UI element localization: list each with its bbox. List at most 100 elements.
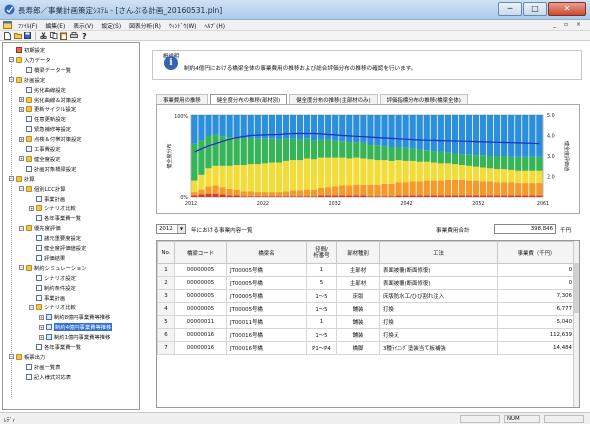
tree-item[interactable]: + 劣化曲線＆対策設定	[19, 96, 82, 104]
bar-segment	[472, 180, 480, 196]
tree-item[interactable]: 計画対象橋梁設定	[19, 165, 76, 173]
tree-item[interactable]: + シナリオ比較	[29, 204, 76, 212]
collapse-icon[interactable]: −	[9, 77, 14, 83]
table-row[interactable]: 5 00000011 JT00011号橋 1 舗装 打換 5,040	[157, 315, 576, 329]
cut-icon[interactable]	[39, 32, 48, 40]
col-header-method[interactable]: 工法	[379, 241, 498, 264]
bar-segment	[346, 142, 353, 159]
chevron-down-icon[interactable]: ▼	[177, 225, 185, 233]
tree-item[interactable]: 事業計画	[29, 294, 65, 302]
document-window-icon[interactable]	[3, 21, 12, 29]
tree-item[interactable]: − 優先度評価	[19, 224, 61, 232]
bar-segment	[318, 187, 325, 196]
tree-item[interactable]: − 個別LCC計算	[19, 185, 66, 193]
expand-icon[interactable]: +	[39, 314, 44, 320]
bar-segment	[395, 160, 402, 183]
table-scrollbar[interactable]	[573, 241, 579, 407]
tree-item[interactable]: 事業計画	[29, 195, 65, 203]
tree-item[interactable]: + 制約4億円事業費等推移	[39, 323, 113, 332]
table-row[interactable]: 4 00000005 JT00005号橋 1〜5 舗装 打換 6,777	[157, 302, 576, 316]
save-icon[interactable]	[23, 32, 32, 40]
collapse-icon[interactable]: −	[9, 57, 14, 63]
col-header-member-type[interactable]: 部材種別	[336, 241, 380, 264]
table-row[interactable]: 7 00000016 JT00016号橋 P1〜P4 橋脚 3種ﾗｲﾆﾝｸﾞ塗装当て板補強…	[157, 341, 576, 355]
collapse-icon[interactable]: −	[19, 225, 24, 231]
expand-icon[interactable]: +	[29, 205, 34, 211]
menu-view[interactable]: 表示(V)	[69, 21, 97, 30]
tree-item[interactable]: 劣化曲線設定	[19, 86, 66, 94]
expand-icon[interactable]: +	[39, 334, 44, 340]
year-select[interactable]: 2012 ▼	[156, 224, 186, 234]
bar-segment	[332, 186, 339, 196]
col-header-cost[interactable]: 事業費（千円）	[497, 241, 576, 264]
menu-edit[interactable]: 編集(E)	[41, 21, 69, 30]
menu-help[interactable]: ﾍﾙﾌﾟ(H)	[201, 21, 229, 30]
tree-item[interactable]: + 点検＆付帯対策設定	[19, 135, 82, 143]
tree-item[interactable]: 任意更新設定	[19, 115, 66, 123]
tree-item[interactable]: − 計画設定	[9, 76, 45, 84]
collapse-icon[interactable]: −	[19, 265, 24, 271]
tree-item[interactable]: 工事費設定	[19, 145, 61, 153]
tree-item[interactable]: 初期設定	[9, 46, 45, 54]
tree-item[interactable]: シナリオ設定	[29, 274, 76, 282]
bar-segment	[479, 181, 487, 196]
collapse-icon[interactable]: −	[9, 354, 14, 360]
tree-item[interactable]: 評価結果	[29, 254, 65, 262]
table-row[interactable]: 6 00000016 JT00016号橋 1〜5 舗装 打換え 112,639	[157, 328, 576, 342]
menu-window[interactable]: ｳｨﾝﾄﾞｳ(W)	[165, 21, 201, 30]
expand-icon[interactable]: +	[19, 156, 24, 162]
tree-item[interactable]: 健全度評価値設定	[29, 244, 86, 252]
print-icon[interactable]	[69, 32, 78, 40]
tree-item[interactable]: + 更新サイクル設定	[19, 105, 76, 113]
tree-item[interactable]: 記入様式対応表	[19, 373, 71, 381]
tree-item[interactable]: − 入力データ	[9, 56, 51, 64]
tree-item[interactable]: + 制約8億円事業費等推移	[39, 313, 110, 321]
tree-item[interactable]: 諸元重要度設定	[29, 234, 81, 242]
tab-cost-trend[interactable]: 事業費用の推移	[156, 94, 208, 104]
collapse-icon[interactable]: −	[19, 186, 24, 192]
help-icon[interactable]: ?	[79, 32, 88, 40]
col-header-span[interactable]: 径間/ 桁番号	[306, 241, 337, 264]
tree-item[interactable]: − 計算	[9, 175, 35, 183]
close-button[interactable]: ✕	[548, 2, 586, 16]
minimize-button[interactable]: ─	[498, 2, 522, 16]
col-header-bridge-code[interactable]: 橋梁コード	[174, 241, 227, 264]
paste-icon[interactable]	[59, 32, 68, 40]
mdi-window-controls[interactable]: _ ▫ ×	[553, 21, 584, 28]
maximize-button[interactable]: □	[523, 2, 547, 16]
tree-item[interactable]: − 制約シミュレーション	[19, 264, 87, 272]
collapse-icon[interactable]: −	[9, 176, 14, 182]
menu-settings[interactable]: 設定(S)	[97, 21, 125, 30]
tab-index-distribution[interactable]: 評価指標分布の推移(橋梁全体)	[379, 94, 468, 104]
table-row[interactable]: 2 00000005 JT00005号橋 5 主部材 表面被覆(断面修復) 0	[157, 276, 576, 290]
menu-file[interactable]: ﾌｧｲﾙ(F)	[14, 21, 41, 30]
tab-health-main-member[interactable]: 健全度分布の推移(主部材のみ)	[289, 94, 378, 104]
menu-chart-analysis[interactable]: 図表分析(R)	[125, 21, 165, 30]
tree-item[interactable]: 橋梁データ一覧	[19, 66, 71, 74]
collapse-icon[interactable]: −	[29, 304, 34, 310]
open-icon[interactable]	[13, 32, 22, 40]
col-header-no[interactable]: No.	[157, 241, 175, 264]
copy-icon[interactable]	[49, 32, 58, 40]
expand-icon[interactable]: +	[19, 106, 24, 112]
tree-item[interactable]: 制約条件設定	[29, 284, 76, 292]
tree-item[interactable]: 計画一覧表	[19, 363, 61, 371]
bar-segment	[325, 195, 332, 197]
expand-icon[interactable]: +	[39, 324, 44, 330]
table-row[interactable]: 1 00000005 JT00005号橋 1 主部材 表面被覆(断面修復) 0	[157, 263, 576, 277]
status-text: ﾚﾃﾞｨ	[4, 418, 16, 424]
y2-tick-label: 5.0	[547, 113, 555, 119]
tree-item[interactable]: + 制約1億円事業費等推移	[39, 333, 110, 341]
new-icon[interactable]	[3, 31, 12, 40]
tree-item[interactable]: + 健全度設定	[19, 155, 61, 163]
expand-icon[interactable]: +	[19, 97, 24, 102]
tree-item[interactable]: 緊急補修等設定	[19, 125, 71, 133]
tree-item[interactable]: − 帳票出力	[9, 353, 45, 361]
tree-item[interactable]: − シナリオ比較	[29, 303, 76, 311]
table-row[interactable]: 3 00000005 JT00005号橋 1〜5 床版 床版防水工/ひび割れ注入 7,306	[157, 289, 576, 303]
scrollbar-thumb[interactable]	[574, 263, 579, 313]
col-header-bridge-name[interactable]: 橋梁名	[226, 241, 307, 264]
tree-item[interactable]: 各年事業費一覧	[29, 214, 81, 222]
expand-icon[interactable]: +	[19, 136, 24, 142]
tree-item[interactable]: 各年事業費一覧	[29, 343, 81, 351]
